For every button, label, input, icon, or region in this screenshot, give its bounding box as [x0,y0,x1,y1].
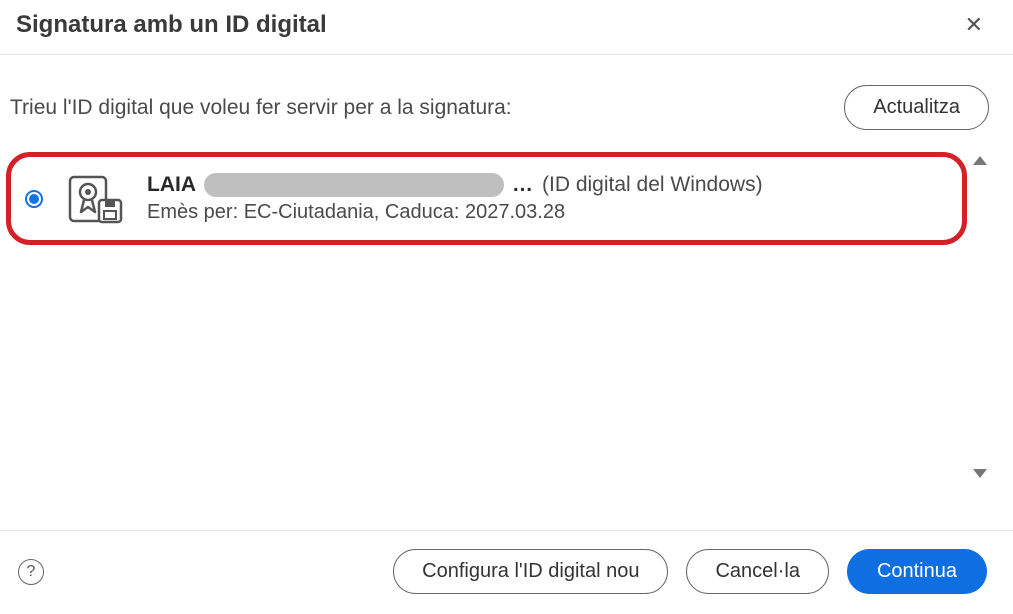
dialog-header: Signatura amb un ID digital ✕ [0,0,1013,55]
dialog-title: Signatura amb un ID digital [16,11,327,39]
issued-by-word: Emès per: [147,201,238,223]
continue-button[interactable]: Continua [847,549,987,594]
refresh-button[interactable]: Actualitza [844,85,989,130]
scroll-down-icon[interactable] [973,469,987,478]
id-list-area: LAIA … (ID digital del Windows) Emès per… [0,152,1013,530]
digital-id-option[interactable]: LAIA … (ID digital del Windows) Emès per… [6,152,967,245]
dialog-footer: ? Configura l'ID digital nou Cancel·la C… [0,530,1013,614]
expires-date: 2027.03.28 [465,201,565,223]
configure-new-id-button[interactable]: Configura l'ID digital nou [393,549,668,594]
ellipsis: … [512,173,534,197]
certificate-details: Emès per: EC-Ciutadania, Caduca: 2027.03… [147,201,763,224]
certificate-save-icon [67,174,123,224]
scrollbar[interactable] [971,152,989,482]
redacted-name-portion [204,173,504,197]
instruction-text: Trieu l'ID digital que voleu fer servir … [10,96,512,120]
scroll-up-icon[interactable] [973,156,987,165]
instruction-row: Trieu l'ID digital que voleu fer servir … [0,55,1013,152]
certificate-name: LAIA [147,173,196,197]
certificate-text: LAIA … (ID digital del Windows) Emès per… [147,173,763,224]
sign-dialog: Signatura amb un ID digital ✕ Trieu l'ID… [0,0,1013,614]
help-icon[interactable]: ? [18,559,44,585]
radio-selected[interactable] [25,190,43,208]
issuer: EC-Ciutadania [244,201,374,223]
radio-dot-icon [29,194,39,204]
expires-word: Caduca: [385,201,460,223]
close-icon[interactable]: ✕ [959,10,989,40]
cancel-button[interactable]: Cancel·la [686,549,828,594]
certificate-source: (ID digital del Windows) [542,173,763,197]
